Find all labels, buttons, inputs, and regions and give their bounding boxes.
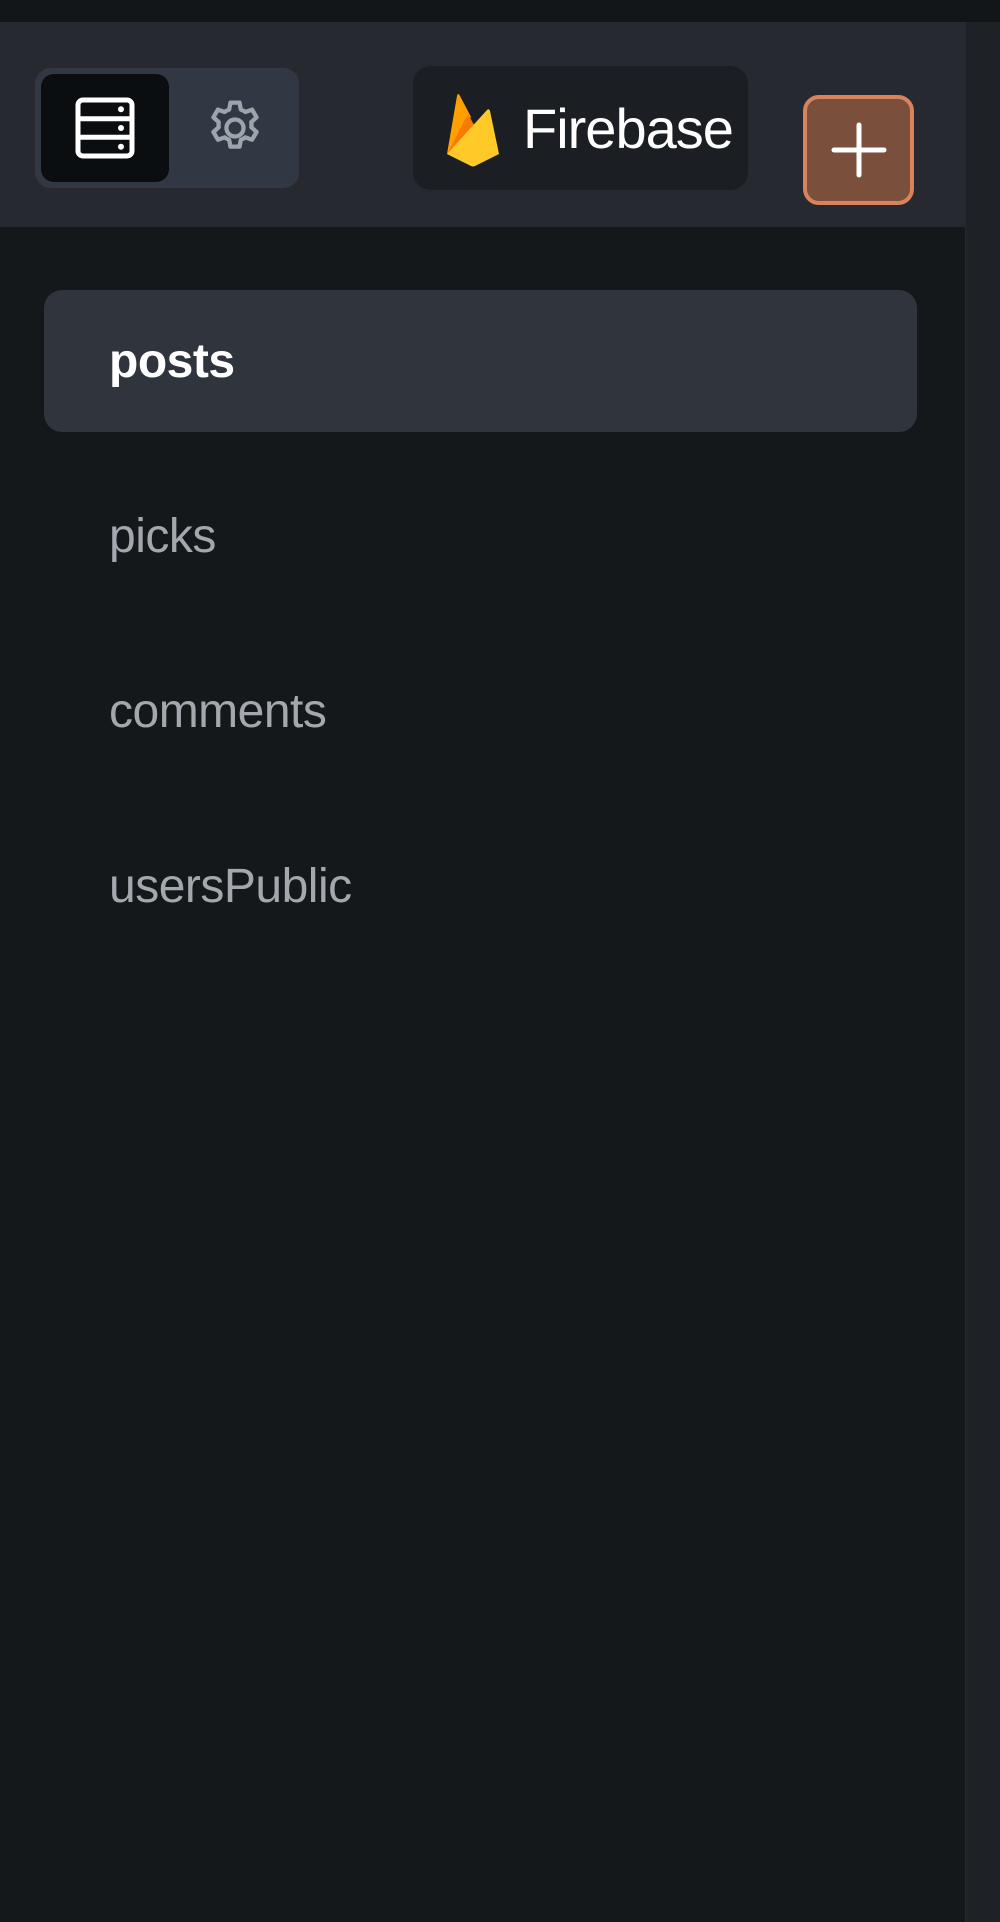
add-collection-button[interactable]	[803, 95, 914, 205]
right-panel-edge	[965, 22, 1000, 1922]
app-window: Firebase posts picks comments usersPubli…	[0, 0, 1000, 1922]
gear-icon	[211, 100, 259, 149]
firebase-flame-logo	[447, 94, 499, 167]
collection-item-picks[interactable]: picks	[44, 465, 917, 607]
view-toggle	[35, 68, 299, 188]
database-icon	[75, 97, 135, 159]
collection-item-label: picks	[109, 509, 216, 563]
collection-item-label: usersPublic	[109, 859, 352, 913]
settings-view-button[interactable]	[171, 74, 299, 182]
collection-item-label: comments	[109, 684, 327, 738]
collection-list: posts picks comments usersPublic	[44, 290, 917, 990]
brand-badge: Firebase	[413, 66, 748, 190]
collection-item-comments[interactable]: comments	[44, 640, 917, 782]
top-strip	[0, 0, 1000, 22]
brand-name: Firebase	[523, 96, 734, 160]
collection-item-label: posts	[109, 334, 235, 388]
header-bar: Firebase	[0, 22, 965, 227]
collection-item-userspublic[interactable]: usersPublic	[44, 815, 917, 957]
database-view-button[interactable]	[41, 74, 169, 182]
collection-item-posts[interactable]: posts	[44, 290, 917, 432]
plus-icon	[831, 122, 886, 178]
